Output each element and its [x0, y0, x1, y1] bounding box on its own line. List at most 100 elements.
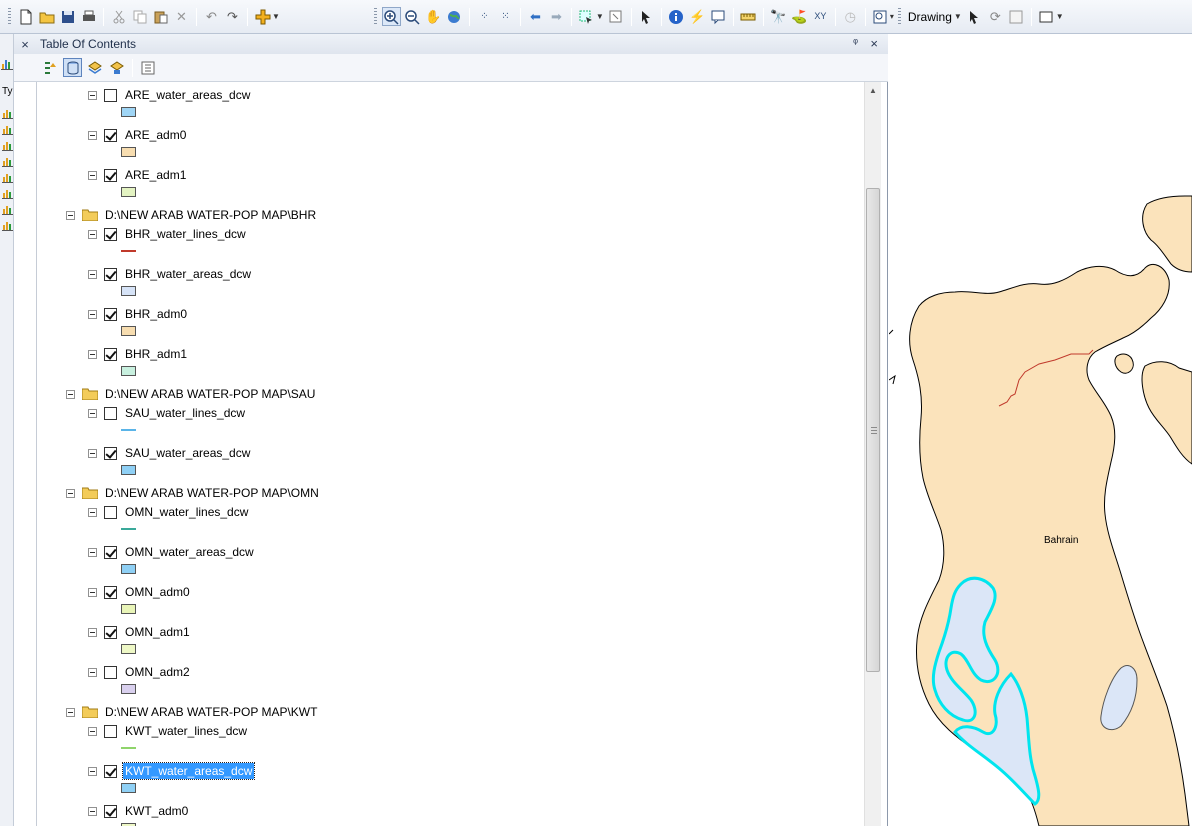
fill-symbol-swatch[interactable]: [121, 644, 136, 654]
line-symbol-swatch[interactable]: [121, 747, 136, 749]
layer-label[interactable]: BHR_adm0: [123, 306, 189, 322]
toc-layer-row[interactable]: BHR_adm0: [88, 305, 189, 323]
toc-layer-row[interactable]: KWT_water_lines_dcw: [88, 722, 249, 740]
find-icon[interactable]: 🔭: [769, 7, 788, 26]
new-document-icon[interactable]: [16, 7, 35, 26]
toc-layer-row[interactable]: SAU_water_lines_dcw: [88, 404, 247, 422]
chart-icon[interactable]: [1, 58, 13, 70]
select-features-dropdown-icon[interactable]: ▼: [596, 12, 604, 21]
toc-layer-row[interactable]: OMN_adm1: [88, 623, 192, 641]
list-by-selection-icon[interactable]: [107, 58, 126, 77]
collapse-toggle-icon[interactable]: [66, 210, 75, 220]
toc-layer-row[interactable]: ARE_water_areas_dcw: [88, 86, 252, 104]
copy-icon[interactable]: [130, 7, 149, 26]
toc-layer-row[interactable]: OMN_water_lines_dcw: [88, 503, 250, 521]
layer-visibility-checkbox[interactable]: [104, 227, 117, 241]
collapse-toggle-icon[interactable]: [88, 229, 97, 239]
zoom-out-icon[interactable]: [403, 7, 422, 26]
chart-tab-icon[interactable]: [2, 172, 13, 183]
layer-visibility-checkbox[interactable]: [104, 347, 117, 361]
toc-layer-row[interactable]: OMN_adm2: [88, 663, 192, 681]
layer-visibility-checkbox[interactable]: [104, 585, 117, 599]
layer-label[interactable]: BHR_water_lines_dcw: [123, 226, 248, 242]
collapse-toggle-icon[interactable]: [88, 170, 97, 180]
collapse-toggle-icon[interactable]: [88, 269, 97, 279]
scroll-thumb[interactable]: [866, 188, 880, 672]
full-extent-icon[interactable]: [445, 7, 464, 26]
list-by-visibility-icon[interactable]: [85, 58, 104, 77]
drawing-dropdown-icon[interactable]: ▼: [954, 12, 962, 21]
layer-label[interactable]: SAU_water_lines_dcw: [123, 405, 247, 421]
chart-tab-icon[interactable]: [2, 188, 13, 199]
drawing-pointer-icon[interactable]: [965, 7, 984, 26]
back-icon[interactable]: ⬅: [526, 7, 545, 26]
layer-visibility-checkbox[interactable]: [104, 724, 117, 738]
layer-label[interactable]: ARE_water_areas_dcw: [123, 87, 252, 103]
map-view[interactable]: Bahrain: [889, 34, 1192, 826]
fill-symbol-swatch[interactable]: [121, 107, 136, 117]
layer-visibility-checkbox[interactable]: [104, 267, 117, 281]
collapse-toggle-icon[interactable]: [88, 448, 97, 458]
select-elements-icon[interactable]: [637, 7, 656, 26]
forward-icon[interactable]: ➡: [547, 7, 566, 26]
create-viewer-window-icon[interactable]: [871, 7, 890, 26]
collapse-toggle-icon[interactable]: [88, 806, 97, 816]
toc-layer-row[interactable]: BHR_adm1: [88, 345, 189, 363]
chart-tab-icon[interactable]: [2, 124, 13, 135]
collapse-toggle-icon[interactable]: [88, 349, 97, 359]
layer-label[interactable]: ARE_adm0: [123, 127, 188, 143]
fill-symbol-swatch[interactable]: [121, 187, 136, 197]
toolbar-grip[interactable]: [897, 7, 901, 26]
scroll-up-arrow-icon[interactable]: ▲: [869, 86, 877, 95]
chart-tab-icon[interactable]: [2, 108, 13, 119]
pin-icon[interactable]: ᵠ: [853, 37, 858, 49]
toc-layer-row[interactable]: BHR_water_areas_dcw: [88, 265, 253, 283]
fill-symbol-swatch[interactable]: [121, 604, 136, 614]
toc-group-row[interactable]: D:\NEW ARAB WATER-POP MAP\SAU: [66, 385, 317, 403]
add-data-icon[interactable]: [253, 7, 272, 26]
open-folder-icon[interactable]: [37, 7, 56, 26]
collapse-toggle-icon[interactable]: [66, 707, 75, 717]
identify-icon[interactable]: [667, 7, 686, 26]
layer-visibility-checkbox[interactable]: [104, 128, 117, 142]
hyperlink-icon[interactable]: ⚡: [688, 7, 707, 26]
toc-layer-row[interactable]: OMN_water_areas_dcw: [88, 543, 256, 561]
line-symbol-swatch[interactable]: [121, 528, 136, 530]
toolbar-grip[interactable]: [373, 7, 377, 26]
group-label[interactable]: D:\NEW ARAB WATER-POP MAP\OMN: [103, 485, 321, 501]
collapse-toggle-icon[interactable]: [88, 130, 97, 140]
rectangle-icon[interactable]: [1037, 7, 1056, 26]
layer-label[interactable]: ARE_adm1: [123, 167, 188, 183]
list-by-drawing-order-icon[interactable]: [41, 58, 60, 77]
save-icon[interactable]: [58, 7, 77, 26]
collapse-toggle-icon[interactable]: [88, 627, 97, 637]
collapse-toggle-icon[interactable]: [88, 766, 97, 776]
html-popup-icon[interactable]: [709, 7, 728, 26]
cut-icon[interactable]: [109, 7, 128, 26]
measure-icon[interactable]: [739, 7, 758, 26]
layer-label[interactable]: OMN_adm1: [123, 624, 192, 640]
group-label[interactable]: D:\NEW ARAB WATER-POP MAP\KWT: [103, 704, 319, 720]
layer-label[interactable]: BHR_water_areas_dcw: [123, 266, 253, 282]
layer-label[interactable]: OMN_adm0: [123, 584, 192, 600]
drawing-menu[interactable]: Drawing: [908, 10, 952, 24]
fixed-zoom-out-icon[interactable]: ⁙: [496, 7, 515, 26]
chart-tab-icon[interactable]: [2, 140, 13, 151]
paste-icon[interactable]: [151, 7, 170, 26]
delete-icon[interactable]: ✕: [172, 7, 191, 26]
collapse-toggle-icon[interactable]: [88, 408, 97, 418]
layer-label[interactable]: BHR_adm1: [123, 346, 189, 362]
fill-symbol-swatch[interactable]: [121, 465, 136, 475]
toc-layer-row[interactable]: BHR_water_lines_dcw: [88, 225, 248, 243]
text-icon[interactable]: [1007, 7, 1026, 26]
layer-label[interactable]: OMN_water_lines_dcw: [123, 504, 250, 520]
line-symbol-swatch[interactable]: [121, 250, 136, 252]
fill-symbol-swatch[interactable]: [121, 684, 136, 694]
rotate-icon[interactable]: ⟳: [986, 7, 1005, 26]
line-symbol-swatch[interactable]: [121, 429, 136, 431]
collapse-toggle-icon[interactable]: [88, 726, 97, 736]
rectangle-dropdown-icon[interactable]: ▼: [1056, 12, 1064, 21]
toc-layer-row[interactable]: KWT_water_areas_dcw: [88, 762, 256, 780]
toc-vertical-scrollbar[interactable]: ▲: [864, 82, 881, 826]
toc-layer-row[interactable]: OMN_adm0: [88, 583, 192, 601]
